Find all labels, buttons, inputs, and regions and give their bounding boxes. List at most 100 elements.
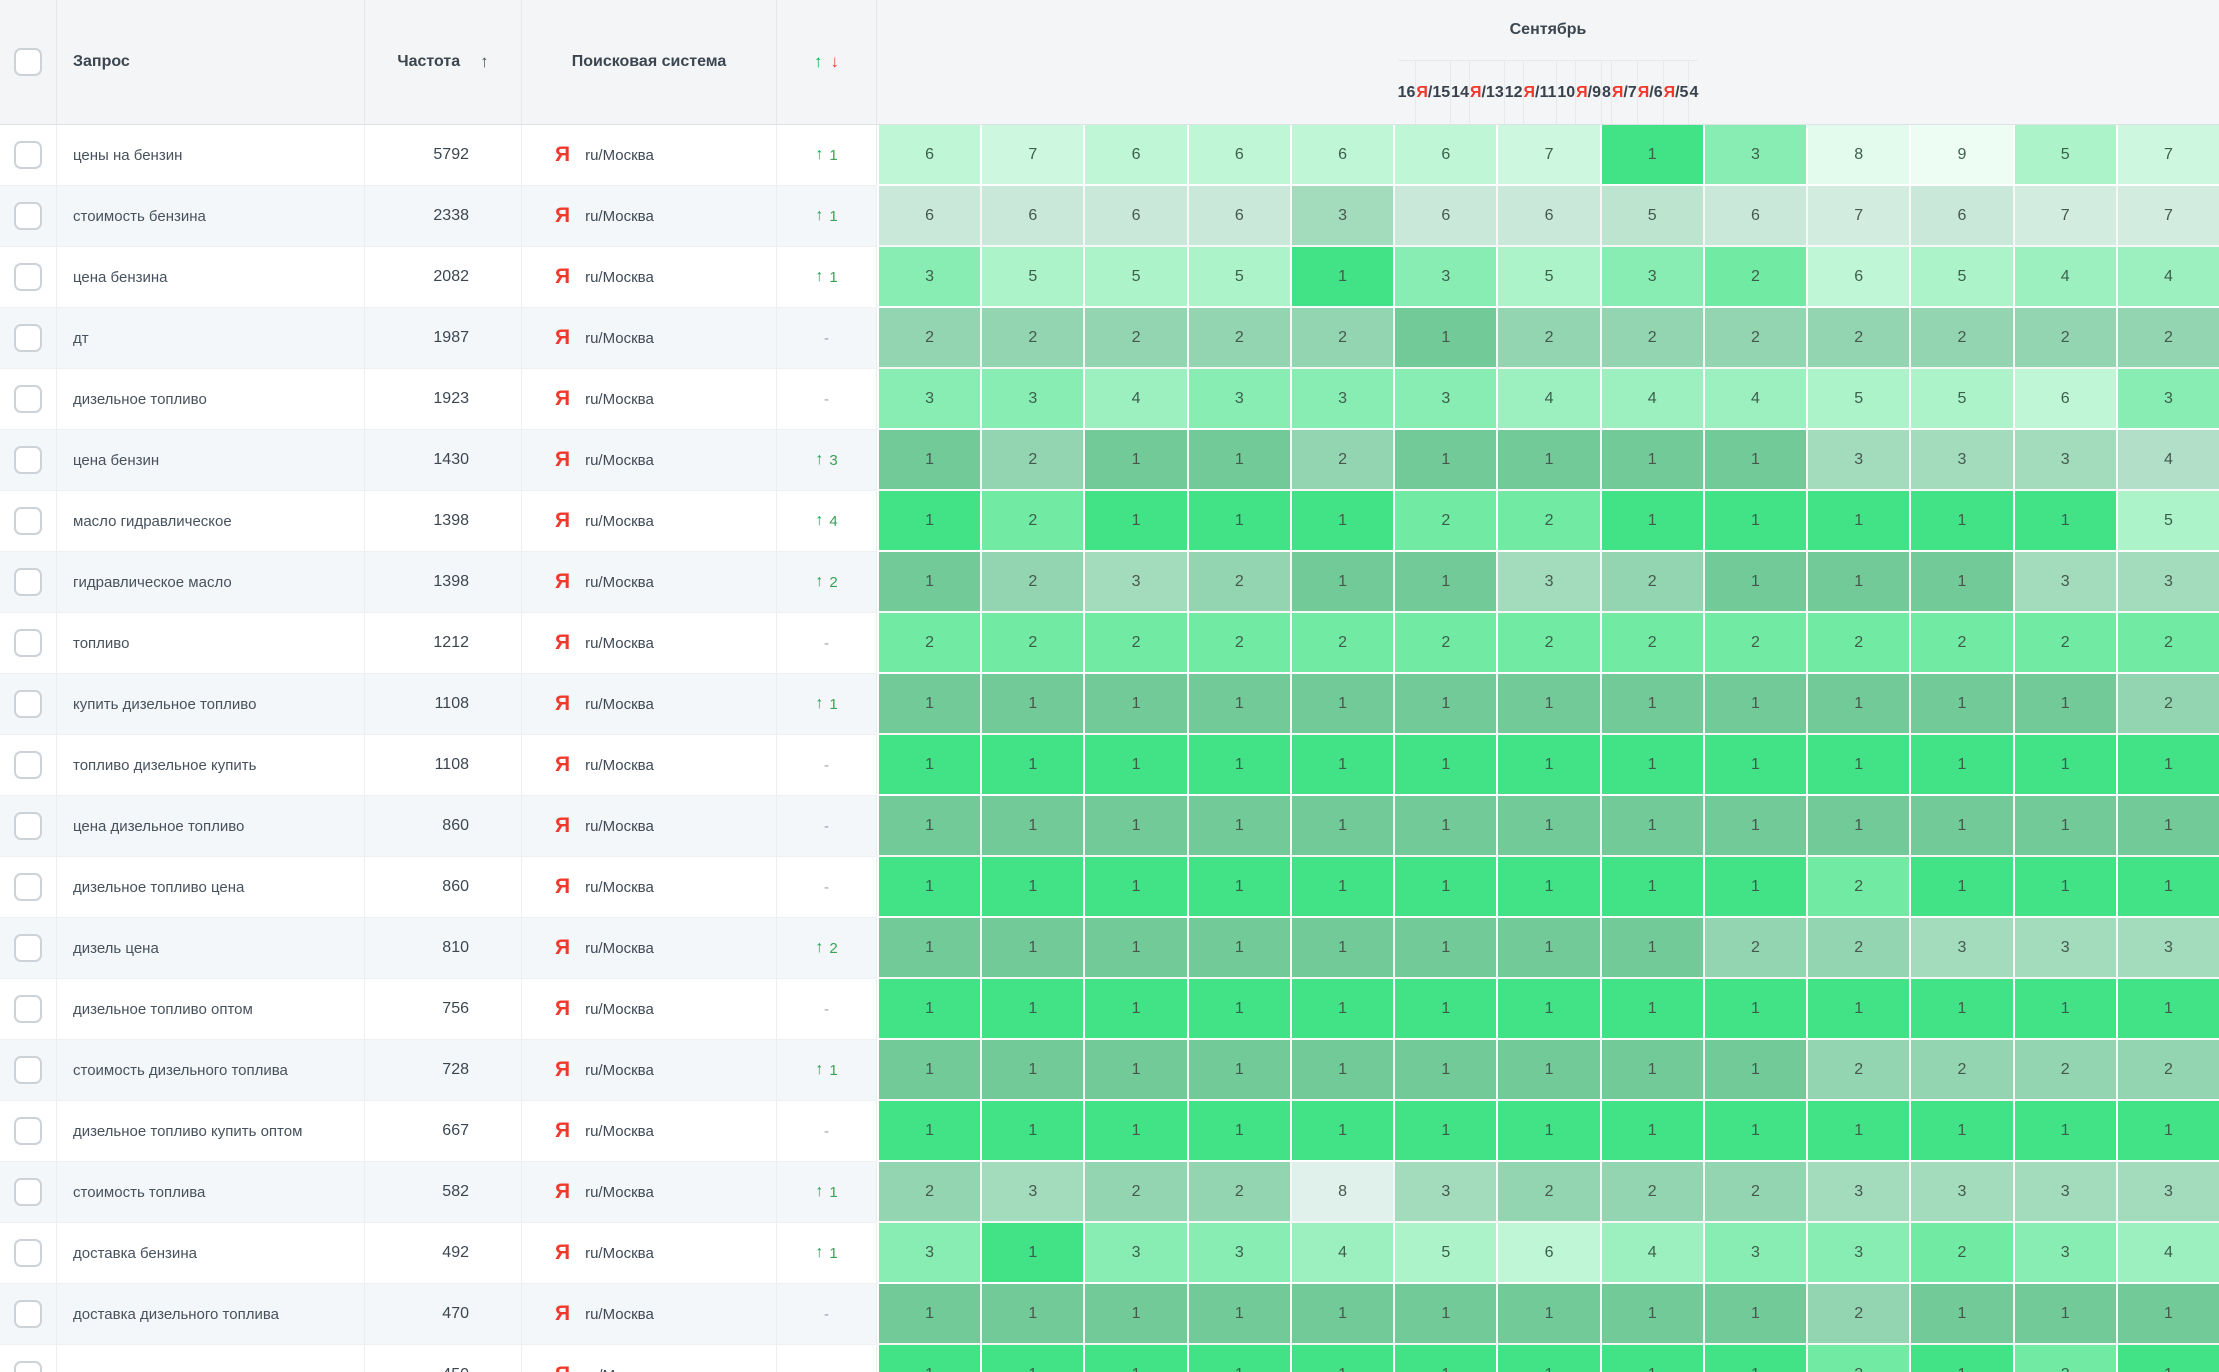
position-cell[interactable]: 1	[1189, 1345, 1292, 1372]
position-cell[interactable]: 3	[1705, 1223, 1808, 1284]
query-cell[interactable]: дизельное топливо купить оптом	[57, 1101, 365, 1162]
row-checkbox[interactable]	[14, 385, 42, 413]
query-cell[interactable]: топливо	[57, 613, 365, 674]
position-cell[interactable]: 4	[2118, 1223, 2219, 1284]
column-header-frequency[interactable]: Частота ↑	[365, 0, 522, 124]
date-column-header[interactable]: Я/9	[1575, 61, 1601, 124]
position-cell[interactable]: 1	[2118, 979, 2219, 1040]
position-cell[interactable]: 2	[1395, 491, 1498, 552]
position-cell[interactable]: 1	[1189, 796, 1292, 857]
position-cell[interactable]: 3	[1395, 247, 1498, 308]
position-cell[interactable]: 6	[1498, 186, 1601, 247]
position-cell[interactable]: 1	[1085, 1345, 1188, 1372]
position-cell[interactable]: 1	[1085, 796, 1188, 857]
position-cell[interactable]: 3	[2015, 1223, 2118, 1284]
position-cell[interactable]: 2	[1292, 430, 1395, 491]
position-cell[interactable]: 5	[1498, 247, 1601, 308]
position-cell[interactable]: 4	[1602, 369, 1705, 430]
row-checkbox[interactable]	[14, 202, 42, 230]
row-checkbox[interactable]	[14, 690, 42, 718]
position-cell[interactable]: 2	[1705, 247, 1808, 308]
position-cell[interactable]: 1	[1602, 125, 1705, 186]
position-cell[interactable]: 1	[2118, 1101, 2219, 1162]
position-cell[interactable]: 1	[879, 1101, 982, 1162]
position-cell[interactable]: 1	[1292, 857, 1395, 918]
position-cell[interactable]: 1	[879, 979, 982, 1040]
position-cell[interactable]: 2	[1189, 552, 1292, 613]
position-cell[interactable]: 1	[1911, 1345, 2014, 1372]
position-cell[interactable]: 1	[1705, 857, 1808, 918]
position-cell[interactable]: 2	[1911, 308, 2014, 369]
position-cell[interactable]: 5	[1395, 1223, 1498, 1284]
position-cell[interactable]: 1	[1602, 674, 1705, 735]
position-cell[interactable]: 6	[2015, 369, 2118, 430]
position-cell[interactable]: 2	[1085, 308, 1188, 369]
position-cell[interactable]: 5	[1189, 247, 1292, 308]
query-cell[interactable]: стоимость топлива	[57, 1162, 365, 1223]
position-cell[interactable]: 1	[1602, 430, 1705, 491]
position-cell[interactable]: 2	[1705, 308, 1808, 369]
position-cell[interactable]: 5	[982, 247, 1085, 308]
position-cell[interactable]: 2	[2118, 308, 2219, 369]
date-column-header[interactable]: 12	[1504, 61, 1523, 124]
position-cell[interactable]: 3	[2118, 918, 2219, 979]
position-cell[interactable]: 2	[1602, 1162, 1705, 1223]
position-cell[interactable]: 1	[982, 857, 1085, 918]
position-cell[interactable]: 1	[879, 552, 982, 613]
position-cell[interactable]: 7	[2118, 125, 2219, 186]
row-checkbox[interactable]	[14, 507, 42, 535]
position-cell[interactable]: 4	[2118, 430, 2219, 491]
position-cell[interactable]: 3	[1911, 430, 2014, 491]
query-cell[interactable]: доставка дизельного топлива	[57, 1284, 365, 1345]
position-cell[interactable]: 1	[1808, 1101, 1911, 1162]
position-cell[interactable]: 1	[1085, 491, 1188, 552]
position-cell[interactable]: 1	[1602, 918, 1705, 979]
position-cell[interactable]: 1	[1705, 430, 1808, 491]
date-column-header[interactable]: 14	[1450, 61, 1469, 124]
position-cell[interactable]: 1	[879, 1284, 982, 1345]
position-cell[interactable]: 4	[1085, 369, 1188, 430]
position-cell[interactable]: 1	[1602, 1284, 1705, 1345]
position-cell[interactable]: 2	[982, 552, 1085, 613]
row-checkbox[interactable]	[14, 1056, 42, 1084]
position-cell[interactable]: 1	[1498, 1345, 1601, 1372]
position-cell[interactable]: 1	[879, 674, 982, 735]
position-cell[interactable]: 1	[1808, 552, 1911, 613]
position-cell[interactable]: 1	[1395, 796, 1498, 857]
position-cell[interactable]: 1	[2015, 1284, 2118, 1345]
position-cell[interactable]: 1	[879, 857, 982, 918]
position-cell[interactable]: 3	[1189, 1223, 1292, 1284]
position-cell[interactable]: 2	[1808, 857, 1911, 918]
position-cell[interactable]: 1	[1705, 1345, 1808, 1372]
position-cell[interactable]: 3	[2118, 1162, 2219, 1223]
row-checkbox[interactable]	[14, 568, 42, 596]
position-cell[interactable]: 1	[1292, 1101, 1395, 1162]
position-cell[interactable]: 1	[1085, 674, 1188, 735]
row-checkbox[interactable]	[14, 446, 42, 474]
position-cell[interactable]: 1	[1189, 918, 1292, 979]
position-cell[interactable]: 1	[1189, 1101, 1292, 1162]
position-cell[interactable]: 1	[1705, 979, 1808, 1040]
date-column-header[interactable]: Я/15	[1415, 61, 1450, 124]
position-cell[interactable]: 1	[1085, 1284, 1188, 1345]
position-cell[interactable]: 2	[1395, 613, 1498, 674]
position-cell[interactable]: 2	[982, 308, 1085, 369]
position-cell[interactable]: 1	[1705, 674, 1808, 735]
position-cell[interactable]: 1	[1498, 1284, 1601, 1345]
position-cell[interactable]: 1	[2118, 1345, 2219, 1372]
position-cell[interactable]: 3	[1705, 125, 1808, 186]
position-cell[interactable]: 1	[1189, 674, 1292, 735]
position-cell[interactable]: 2	[982, 430, 1085, 491]
position-cell[interactable]: 5	[1085, 247, 1188, 308]
position-cell[interactable]: 3	[1189, 369, 1292, 430]
query-cell[interactable]: цены на бензин	[57, 125, 365, 186]
position-cell[interactable]: 3	[1292, 186, 1395, 247]
row-checkbox[interactable]	[14, 1300, 42, 1328]
position-cell[interactable]: 3	[1498, 552, 1601, 613]
position-cell[interactable]: 3	[1911, 1162, 2014, 1223]
position-cell[interactable]: 1	[1911, 491, 2014, 552]
date-column-header[interactable]: Я/11	[1523, 61, 1557, 124]
position-cell[interactable]: 1	[1395, 308, 1498, 369]
position-cell[interactable]: 1	[879, 430, 982, 491]
position-cell[interactable]: 1	[1189, 491, 1292, 552]
